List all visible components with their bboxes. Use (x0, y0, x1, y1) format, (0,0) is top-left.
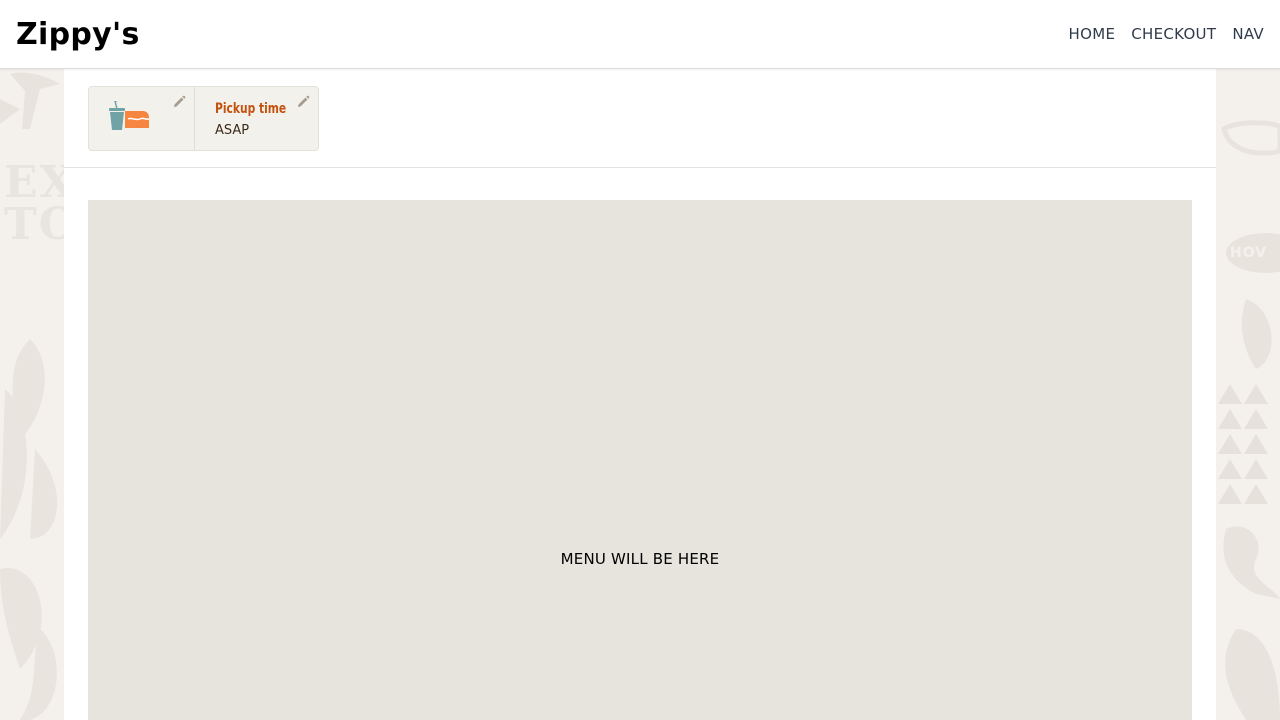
pencil-edit-icon[interactable] (296, 94, 310, 108)
main-nav: HOME CHECKOUT NAV (1069, 25, 1264, 43)
background-word: HOV (1230, 245, 1268, 261)
background-decoration-right: HOV (1216, 69, 1280, 720)
main-content-panel: Pickup time ASAP MENU WILL BE HERE (64, 69, 1216, 720)
pickup-time-value: ASAP (215, 123, 250, 138)
menu-placeholder-text: MENU WILL BE HERE (560, 550, 720, 568)
takeout-icon (108, 99, 150, 135)
pickup-time-label: Pickup time (215, 101, 287, 117)
nav-link-nav[interactable]: NAV (1232, 25, 1264, 43)
brand-logo[interactable]: Zippy's (16, 17, 140, 52)
order-mode-selector[interactable] (89, 87, 195, 150)
top-navigation-bar: Zippy's HOME CHECKOUT NAV (0, 0, 1280, 69)
nav-link-checkout[interactable]: CHECKOUT (1131, 25, 1216, 43)
menu-placeholder: MENU WILL BE HERE (88, 200, 1192, 720)
pencil-edit-icon[interactable] (172, 94, 186, 108)
pickup-settings-widget: Pickup time ASAP (88, 86, 319, 151)
background-word: TOP (4, 199, 64, 250)
nav-link-home[interactable]: HOME (1069, 25, 1116, 43)
pickup-time-selector[interactable]: Pickup time ASAP (195, 87, 318, 150)
background-decoration-left: EXT TOP (0, 69, 64, 720)
order-settings-bar: Pickup time ASAP (64, 69, 1216, 168)
